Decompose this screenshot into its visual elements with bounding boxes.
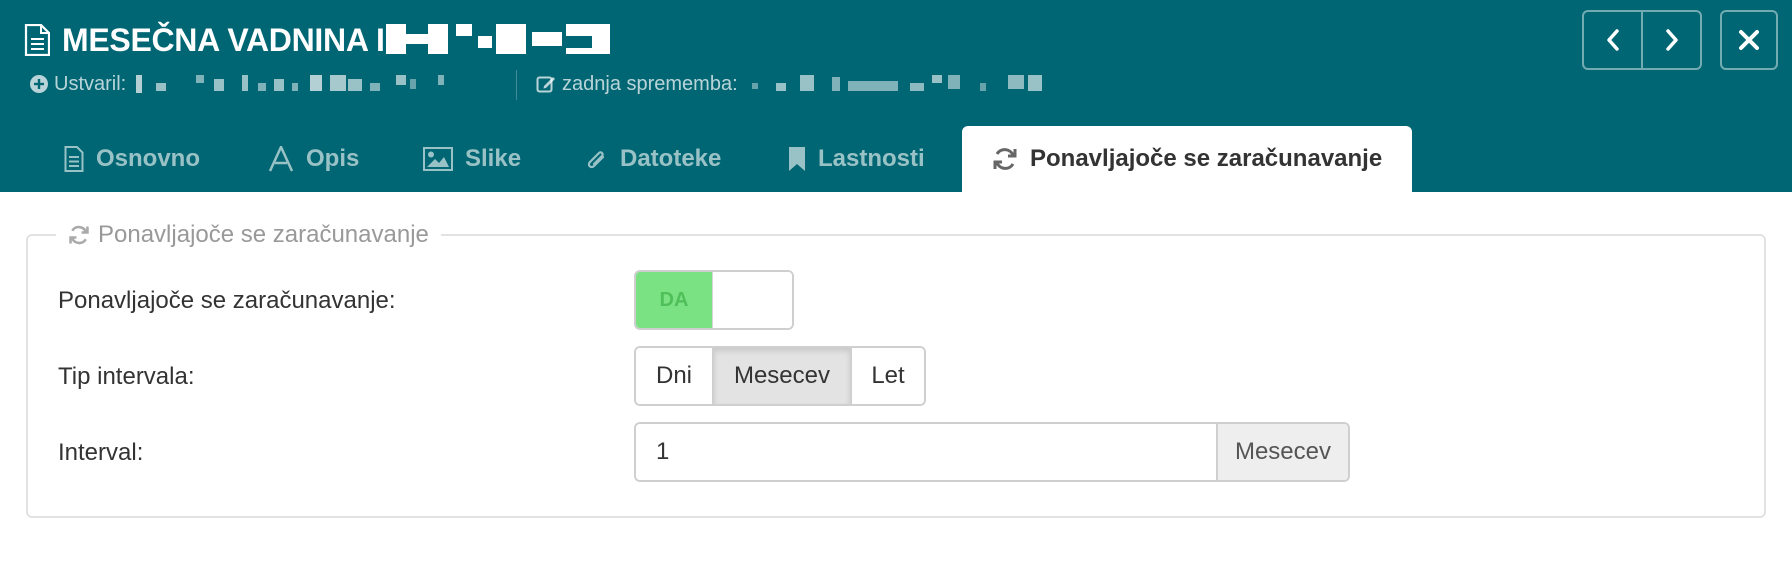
- tab-datoteke[interactable]: Datoteke: [584, 126, 721, 192]
- toggle-on-label: DA: [636, 272, 712, 328]
- previous-button[interactable]: [1584, 12, 1641, 68]
- document-icon: [24, 23, 51, 57]
- tab-label: Ponavljajoče se zaračunavanje: [1030, 145, 1383, 172]
- close-button[interactable]: [1720, 10, 1778, 70]
- tab-opis[interactable]: Opis: [268, 126, 359, 192]
- chevron-left-icon: [1606, 29, 1619, 51]
- tab-label: Opis: [306, 145, 360, 172]
- interval-type-label: Tip intervala:: [58, 363, 195, 390]
- tab-slike[interactable]: Slike: [423, 126, 521, 192]
- created-by: Ustvaril:: [30, 70, 490, 98]
- refresh-icon: [993, 148, 1017, 170]
- bookmark-icon: [789, 147, 805, 171]
- next-button[interactable]: [1641, 12, 1700, 68]
- record-navigation: [1582, 10, 1702, 70]
- tab-label: Lastnosti: [818, 145, 925, 172]
- document-icon: [64, 146, 84, 172]
- tab-label: Osnovno: [96, 145, 201, 172]
- section-legend: Ponavljajoče se zaračunavanje: [56, 218, 441, 252]
- tab-lastnosti[interactable]: Lastnosti: [788, 126, 925, 192]
- record-header: MESEČNA VADNINA I Ustvaril: zadnja sprem…: [0, 0, 1792, 192]
- recurring-label: Ponavljajoče se zaračunavanje:: [58, 287, 396, 314]
- interval-type-selector: Dni Mesecev Let: [634, 346, 926, 406]
- interval-option-dni[interactable]: Dni: [636, 348, 712, 404]
- tab-label: Slike: [465, 145, 522, 172]
- close-icon: [1739, 30, 1759, 50]
- recurring-toggle[interactable]: DA: [634, 270, 794, 330]
- interval-label: Interval:: [58, 439, 144, 466]
- tab-bar: Osnovno Opis Slike Datoteke Lastnosti Po…: [0, 126, 1792, 192]
- edited-label: zadnja sprememba:: [562, 72, 738, 95]
- interval-input-group: Mesecev: [634, 422, 1350, 482]
- paperclip-icon: [587, 151, 605, 169]
- tab-osnovno[interactable]: Osnovno: [64, 126, 200, 192]
- plus-circle-icon: [30, 75, 48, 93]
- tab-label: Datoteke: [620, 145, 722, 172]
- chevron-right-icon: [1665, 29, 1678, 51]
- redacted-title-suffix: [386, 24, 610, 54]
- edit-icon: [536, 76, 555, 93]
- interval-option-mesecev[interactable]: Mesecev: [712, 348, 850, 404]
- record-title: MESEČNA VADNINA I: [62, 22, 385, 58]
- interval-option-let[interactable]: Let: [850, 348, 924, 404]
- interval-input[interactable]: [636, 424, 1216, 480]
- font-icon: [268, 146, 294, 172]
- last-modified: zadnja sprememba:: [536, 70, 1102, 98]
- redacted-creator: [136, 75, 445, 93]
- redacted-modifier: [751, 75, 1042, 91]
- tab-ponavljajoce[interactable]: Ponavljajoče se zaračunavanje: [962, 126, 1413, 192]
- refresh-icon: [69, 225, 89, 245]
- interval-unit-addon: Mesecev: [1216, 424, 1348, 480]
- legend-label: Ponavljajoče se zaračunavanje: [98, 221, 429, 248]
- toggle-handle: [712, 272, 792, 328]
- meta-divider: [516, 70, 517, 100]
- created-label: Ustvaril:: [54, 72, 127, 95]
- image-icon: [423, 147, 453, 171]
